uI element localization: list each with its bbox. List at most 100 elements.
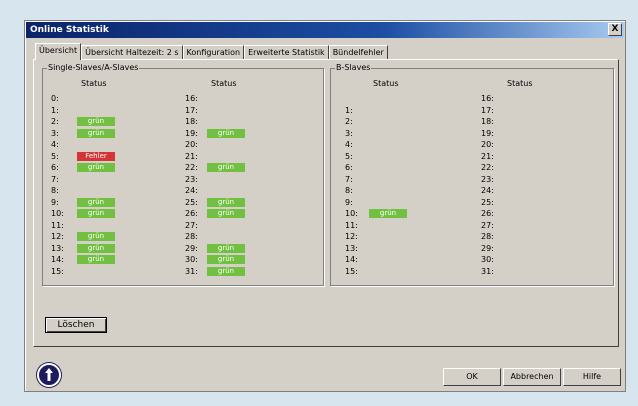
slave-row: 3: grün [51, 128, 119, 139]
ok-status-badge: grün [207, 163, 245, 172]
info-icon[interactable] [37, 363, 61, 387]
slave-row: 4: [345, 140, 411, 150]
tab-buendelfehler[interactable]: Bündelfehler [328, 45, 388, 60]
ok-status-badge: grün [77, 197, 115, 207]
slave-row: 1: [51, 106, 119, 116]
slave-row: 21: [481, 152, 545, 162]
slave-row: 7: [345, 175, 411, 185]
slave-number: 6: [51, 163, 59, 172]
slave-number: 5: [51, 151, 59, 161]
help-button[interactable]: Hilfe [563, 368, 621, 386]
slave-row: 28: [185, 232, 249, 242]
slave-row: 22: grün [185, 163, 249, 173]
slave-number: 20: [481, 140, 494, 149]
slave-number: 14: [345, 255, 358, 264]
slave-number: 29: [481, 243, 494, 253]
slave-row: 9: grün [51, 197, 119, 208]
slave-number: 26: [481, 209, 494, 218]
slave-row: 19: grün [185, 128, 249, 139]
ok-status-badge: grün [77, 255, 115, 264]
slave-number: 18: [481, 117, 494, 126]
b-slaves-title: B-Slaves [335, 63, 372, 73]
slave-number: 24: [185, 186, 198, 195]
slave-row: 26: [481, 209, 545, 219]
tab-panel: Single-Slaves/A-Slaves Status 0: 1: 2: grün 3… [33, 59, 619, 347]
slave-number: 19: [481, 128, 494, 138]
slave-number: 1: [345, 105, 353, 115]
slave-row: 10: grün [51, 209, 119, 219]
close-button[interactable]: X [608, 23, 622, 36]
slave-row: 9: [345, 198, 411, 208]
slave-row [345, 94, 411, 104]
status-column-header: Status [373, 79, 399, 88]
tab-bar: Übersicht Übersicht Haltezeit: 2 s Konfi… [35, 43, 388, 60]
slave-number: 8: [345, 186, 353, 195]
slave-row: 20: [185, 140, 249, 150]
slave-number: 28: [185, 232, 198, 241]
slave-number: 25: [481, 197, 494, 207]
slave-number: 3: [51, 128, 59, 138]
slave-row: 26: grün [185, 209, 249, 219]
slave-number: 26: [185, 209, 198, 218]
slave-number: 15: [51, 266, 64, 276]
slave-row: 12: grün [51, 232, 119, 242]
ok-status-badge: grün [207, 128, 245, 138]
ok-status-badge: grün [207, 197, 245, 207]
slave-number: 28: [481, 232, 494, 241]
slave-row: 1: [345, 106, 411, 116]
slave-row: 8: [51, 186, 119, 196]
slave-row: 5: [345, 152, 411, 162]
tab-konfiguration[interactable]: Konfiguration [182, 45, 245, 60]
cancel-button[interactable]: Abbrechen [503, 368, 561, 386]
slave-number: 27: [481, 220, 494, 230]
slave-number: 23: [481, 174, 494, 184]
slave-number: 23: [185, 174, 198, 184]
error-status-badge: Fehler [77, 151, 115, 161]
slave-row: 14: [345, 255, 411, 265]
slave-row: 19: [481, 129, 545, 139]
slave-number: 6: [345, 163, 353, 172]
tab-uebersicht-haltezeit[interactable]: Übersicht Haltezeit: 2 s [81, 45, 183, 60]
slave-number: 14: [51, 255, 64, 264]
slave-row: 29: [481, 244, 545, 254]
slave-row: 20: [481, 140, 545, 150]
slave-row: 3: [345, 129, 411, 139]
slave-number: 5: [345, 151, 353, 161]
ok-button[interactable]: OK [443, 368, 501, 386]
slave-row: 13: grün [51, 243, 119, 254]
slave-number: 9: [51, 197, 59, 207]
slave-row: 24: [481, 186, 545, 196]
tab-uebersicht[interactable]: Übersicht [35, 43, 82, 60]
ok-status-badge: grün [77, 163, 115, 172]
slave-row: 27: [185, 221, 249, 231]
slave-number: 2: [51, 117, 59, 126]
slave-number: 2: [345, 117, 353, 126]
b-slaves-group: B-Slaves Status 1: 2: 3: 4: 5: 6: 7: 8: 9: 10: grün… [330, 63, 614, 286]
slave-row: 8: [345, 186, 411, 196]
slave-row: 2: [345, 117, 411, 127]
slave-number: 1: [51, 105, 59, 115]
slave-row: 18: [481, 117, 545, 127]
slave-row: 16: [185, 94, 249, 104]
slave-number: 10: [51, 209, 64, 218]
slave-number: 7: [51, 174, 59, 184]
tab-erweiterte-statistik[interactable]: Erweiterte Statistik [244, 45, 329, 60]
slave-row: 10: grün [345, 209, 411, 219]
slave-row: 15: [51, 267, 119, 277]
slave-number: 8: [51, 186, 59, 195]
slave-row: 30: grün [185, 255, 249, 265]
slave-row: 17: [481, 106, 545, 116]
slave-number: 7: [345, 174, 353, 184]
window-title: Online Statistik [30, 25, 109, 35]
status-column-header: Status [507, 79, 533, 88]
slave-row: 7: [51, 175, 119, 185]
slave-number: 11: [345, 220, 358, 230]
clear-button[interactable]: Löschen [45, 317, 107, 333]
window-titlebar: Online Statistik [26, 22, 624, 38]
slave-number: 18: [185, 117, 198, 126]
slave-number: 24: [481, 186, 494, 195]
slave-number: 30: [185, 255, 198, 264]
slave-row: 12: [345, 232, 411, 242]
slave-number: 11: [51, 220, 64, 230]
slave-row: 31: grün [185, 266, 249, 277]
